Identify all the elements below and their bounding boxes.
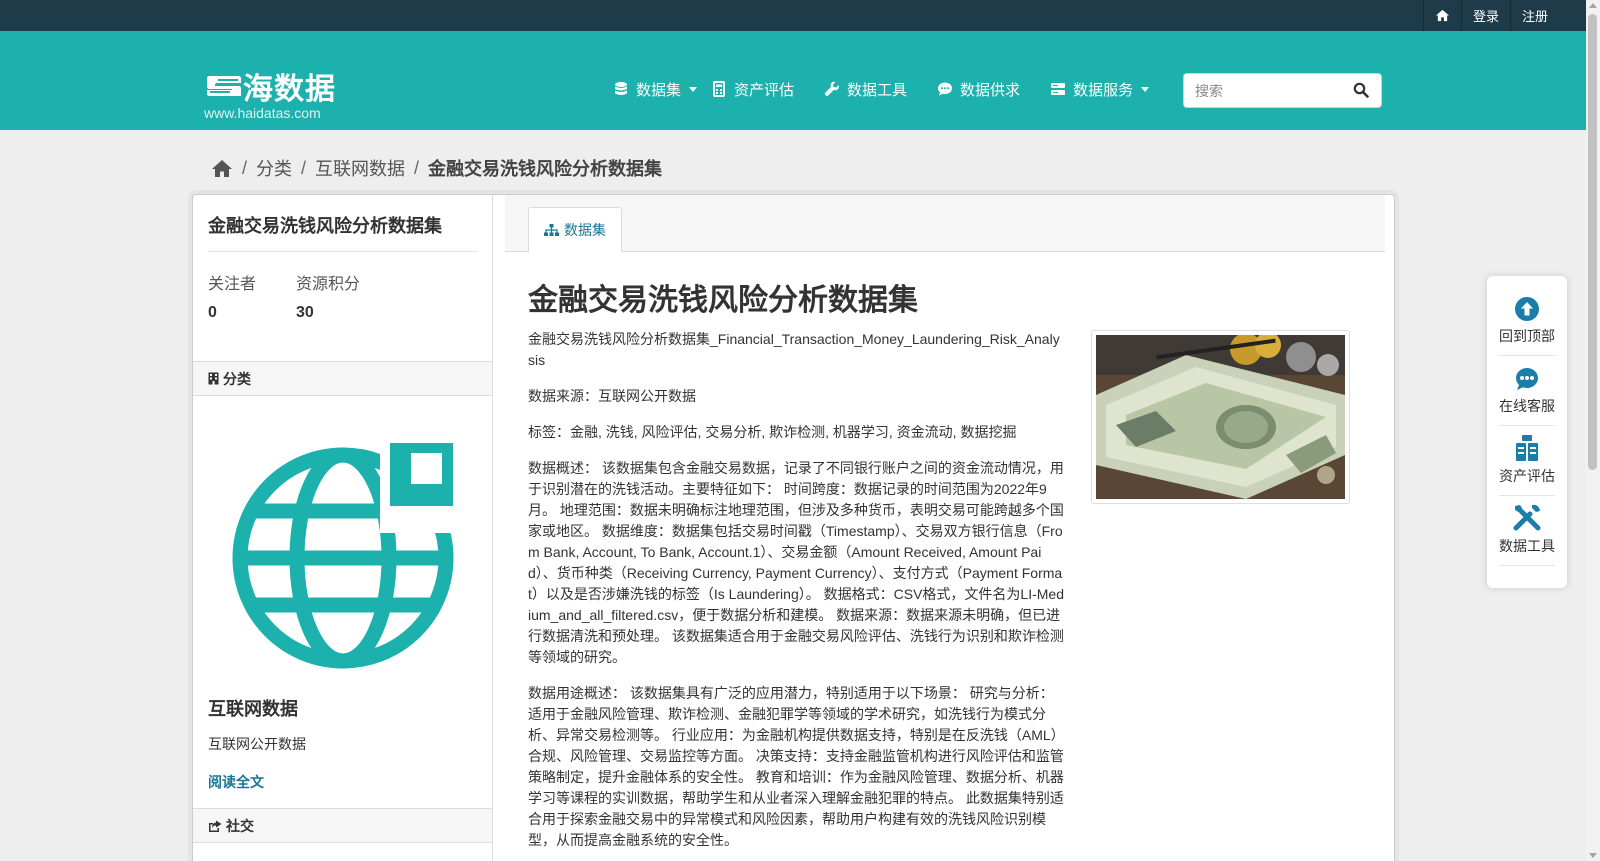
- category-heading-label: 分类: [223, 370, 251, 387]
- followers-value: 0: [208, 304, 217, 321]
- social-heading-label: 社交: [226, 817, 254, 834]
- tab-dataset[interactable]: 数据集: [528, 207, 622, 253]
- internet-globe-icon[interactable]: [230, 441, 456, 669]
- home-icon: [1435, 9, 1449, 22]
- nav-data-tools[interactable]: 数据工具: [824, 79, 907, 100]
- tools-icon: [1513, 504, 1541, 531]
- nav-supply-demand-label: 数据供求: [960, 81, 1021, 99]
- followers-label: 关注者: [208, 276, 257, 293]
- nav-datasets-label: 数据集: [636, 81, 682, 99]
- asset-eval-label: 资产评估: [1499, 468, 1555, 484]
- dataset-thumbnail: [1091, 330, 1350, 504]
- database-icon: [615, 82, 627, 95]
- tab-bar: 数据集: [505, 195, 1385, 253]
- description-paragraph: 标签：金融, 洗钱, 风险评估, 交易分析, 欺诈检测, 机器学习, 资金流动,…: [528, 424, 1017, 440]
- login-link[interactable]: 登录: [1460, 0, 1510, 31]
- wrench-icon: [824, 81, 839, 96]
- breadcrumb-item-category[interactable]: 分类: [256, 155, 292, 181]
- description-paragraph: 数据用途概述： 该数据集具有广泛的应用潜力，特别适用于以下场景： 研究与分析：适…: [528, 685, 1065, 848]
- points-stat: 资源积分 30: [296, 270, 360, 322]
- customer-service-icon: [1516, 368, 1538, 390]
- back-to-top-button[interactable]: 回到顶部: [1499, 286, 1555, 356]
- tab-dataset-label: 数据集: [564, 222, 606, 238]
- server-icon: [1051, 83, 1066, 95]
- points-label: 资源积分: [296, 276, 361, 293]
- back-to-top-label: 回到顶部: [1499, 328, 1555, 344]
- main-content: 数据集 金融交易洗钱风险分析数据集 金融交易洗钱风险分析数据集_Financia…: [505, 195, 1385, 861]
- nav-datasets[interactable]: 数据集: [613, 79, 698, 100]
- haidatas-logo-icon: [207, 76, 241, 96]
- masthead: 海数据 www.haidatas.com 数据集 资产评估 数据工具 数据供求 …: [0, 31, 1586, 130]
- dataset-title: 金融交易洗钱风险分析数据集: [528, 284, 918, 317]
- category-heading: 分类: [193, 361, 492, 396]
- content-wrapper: 金融交易洗钱风险分析数据集 关注者 0 资源积分 30 分类 互联网数据 互联网…: [192, 194, 1395, 861]
- description-paragraph: 数据来源：互联网公开数据: [528, 388, 696, 404]
- breadcrumb: / 分类 / 互联网数据 / 金融交易洗钱风险分析数据集: [211, 155, 662, 181]
- account-links: 登录 注册: [1422, 0, 1559, 31]
- sidebar-dataset-title: 金融交易洗钱风险分析数据集: [208, 216, 442, 236]
- account-bar: 登录 注册: [0, 0, 1586, 31]
- dataset-description: 金融交易洗钱风险分析数据集_Financial_Transaction_Mone…: [528, 329, 1066, 861]
- asset-evaluation-icon: [1516, 435, 1538, 461]
- brand-name: 海数据: [243, 73, 336, 106]
- nav-supply-demand[interactable]: 数据供求: [937, 79, 1020, 100]
- read-more-link[interactable]: 阅读全文: [208, 772, 264, 792]
- floating-toolbar: 回到顶部 在线客服 资产评估 数据工具: [1487, 276, 1567, 588]
- chevron-down-icon: [1141, 86, 1150, 92]
- scroll-thumb[interactable]: [1588, 14, 1597, 470]
- breadcrumb-item-current[interactable]: 金融交易洗钱风险分析数据集: [428, 155, 662, 181]
- sidebar: 金融交易洗钱风险分析数据集 关注者 0 资源积分 30 分类 互联网数据 互联网…: [193, 195, 493, 861]
- category-description: 互联网公开数据: [208, 736, 306, 752]
- asset-eval-button[interactable]: 资产评估: [1499, 426, 1555, 496]
- search-input[interactable]: [1184, 75, 1344, 106]
- nav-data-tools-label: 数据工具: [847, 81, 908, 99]
- nav-data-services[interactable]: 数据服务: [1050, 79, 1150, 100]
- home-icon[interactable]: [211, 159, 233, 178]
- online-service-button[interactable]: 在线客服: [1499, 356, 1555, 426]
- breadcrumb-item-internet-data[interactable]: 互联网数据: [315, 155, 405, 181]
- home-link[interactable]: [1422, 0, 1461, 31]
- arrow-up-circle-icon: [1515, 297, 1539, 321]
- nav-asset-eval-label: 资产评估: [734, 81, 795, 99]
- sitemap-icon: [544, 224, 559, 236]
- chat-icon: [938, 82, 953, 96]
- search-icon[interactable]: [1353, 82, 1369, 98]
- followers-stat: 关注者 0: [208, 270, 256, 322]
- building-icon: [208, 372, 219, 385]
- description-paragraph: 数据概述： 该数据集包含金融交易数据，记录了不同银行账户之间的资金流动情况，用于…: [528, 460, 1064, 665]
- register-link[interactable]: 注册: [1509, 0, 1559, 31]
- nav-asset-eval[interactable]: 资产评估: [711, 79, 794, 100]
- site-logo[interactable]: 海数据: [206, 64, 336, 108]
- breadcrumb-separator: /: [414, 157, 420, 178]
- share-icon: [209, 820, 222, 832]
- main-nav: 数据集 资产评估 数据工具 数据供求 数据服务: [613, 78, 1163, 100]
- description-paragraph: 金融交易洗钱风险分析数据集_Financial_Transaction_Mone…: [528, 331, 1060, 368]
- data-tools-button[interactable]: 数据工具: [1499, 496, 1555, 566]
- search-box: [1183, 73, 1382, 108]
- breadcrumb-separator: /: [242, 157, 248, 178]
- nav-data-services-label: 数据服务: [1073, 81, 1134, 99]
- calculator-icon: [713, 81, 726, 97]
- category-name: 互联网数据: [208, 699, 298, 719]
- data-tools-label: 数据工具: [1499, 538, 1555, 554]
- social-heading: 社交: [193, 808, 492, 843]
- scroll-down-icon[interactable]: [1589, 853, 1597, 858]
- divider: [208, 251, 478, 252]
- scroll-up-icon[interactable]: [1589, 3, 1597, 8]
- money-cash-photo: [1096, 335, 1345, 499]
- points-value: 30: [296, 304, 314, 321]
- page-scrollbar[interactable]: [1586, 0, 1600, 861]
- breadcrumb-separator: /: [301, 157, 307, 178]
- site-url: www.haidatas.com: [204, 105, 321, 121]
- chevron-down-icon: [689, 86, 698, 92]
- online-service-label: 在线客服: [1499, 398, 1555, 414]
